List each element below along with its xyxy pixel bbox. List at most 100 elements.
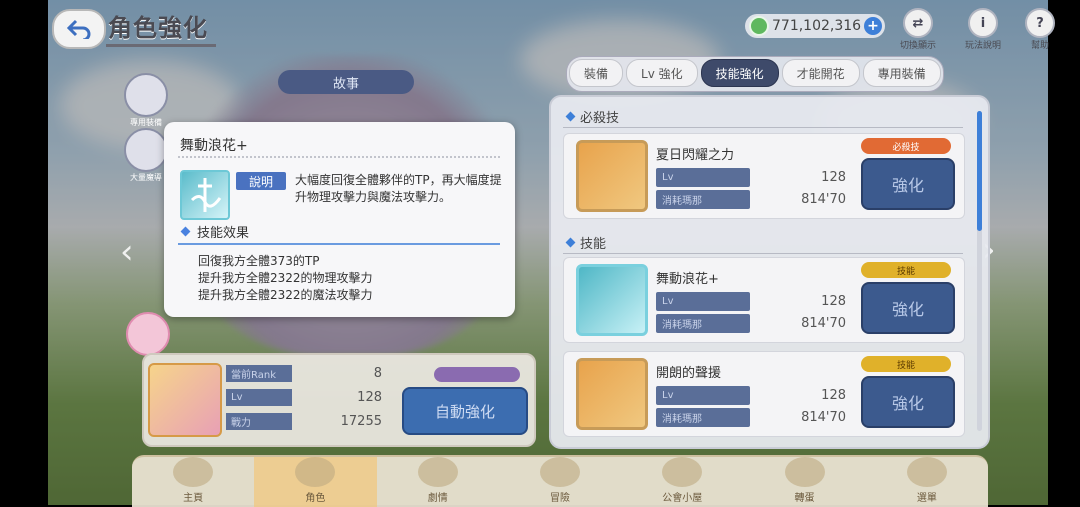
skill-row-ultimate: 夏日閃耀之力 Lv 128 消耗瑪那 814'70 必殺技 強化 bbox=[563, 133, 965, 219]
effect-list: 回復我方全體373的TP 提升我方全體2322的物理攻擊力 提升我方全體2322… bbox=[198, 253, 373, 304]
enhance-button[interactable]: 強化 bbox=[861, 376, 955, 428]
skill-row-cheerful-support: 開朗的聲援 Lv 128 消耗瑪那 814'70 技能 強化 bbox=[563, 351, 965, 437]
nav-adventure[interactable]: 冒險 bbox=[499, 457, 621, 507]
display-switch-icon: ⇄ bbox=[903, 8, 933, 38]
nav-label: 公會小屋 bbox=[662, 493, 703, 504]
bottom-navigation: 主頁 角色 劇情 冒險 公會小屋 轉蛋 選單 bbox=[132, 455, 988, 507]
nav-guild-house[interactable]: 公會小屋 bbox=[621, 457, 743, 507]
power-value: 17255 bbox=[340, 414, 382, 429]
diamond-bullet-icon bbox=[565, 237, 576, 248]
info-icon: i bbox=[968, 8, 998, 38]
page-title: 角色強化 bbox=[108, 14, 208, 42]
tab-unique-equipment[interactable]: 專用裝備 bbox=[862, 59, 941, 87]
dotted-divider bbox=[178, 156, 500, 158]
description-label: 說明 bbox=[236, 172, 286, 190]
tab-level-up[interactable]: Lv 強化 bbox=[626, 59, 698, 87]
tab-talent-bloom[interactable]: 才能開花 bbox=[781, 59, 860, 87]
character-portrait[interactable] bbox=[148, 363, 222, 437]
nav-story[interactable]: 劇情 bbox=[377, 457, 499, 507]
lv-value: 128 bbox=[821, 388, 846, 403]
unique-equip-label: 專用裝備 bbox=[130, 118, 162, 127]
unique-equip-icon bbox=[124, 73, 168, 117]
gacha-icon bbox=[784, 457, 825, 487]
display-switch-label: 切換顯示 bbox=[899, 41, 936, 51]
back-button[interactable] bbox=[52, 9, 106, 49]
effect-divider bbox=[178, 243, 500, 245]
lv-label: Lv bbox=[656, 386, 750, 405]
lv-value: 128 bbox=[821, 294, 846, 309]
help-icon: ? bbox=[1025, 8, 1055, 38]
skill-row-dancing-waves: 舞動浪花+ Lv 128 消耗瑪那 814'70 技能 強化 bbox=[563, 257, 965, 343]
effect-section-header: 技能效果 bbox=[180, 222, 250, 241]
display-switch-button[interactable]: ⇄ 切換顯示 bbox=[898, 8, 938, 54]
guild-house-icon bbox=[662, 457, 703, 487]
prev-character-arrow-icon[interactable]: ‹ bbox=[120, 232, 134, 272]
skills-section-title: 技能 bbox=[580, 237, 607, 252]
cheerful-support-skill-icon[interactable] bbox=[576, 358, 648, 430]
help-button[interactable]: ? 幫助 bbox=[1020, 8, 1060, 54]
section-divider bbox=[563, 127, 963, 128]
title-underline bbox=[106, 44, 216, 47]
instructions-button[interactable]: i 玩法說明 bbox=[963, 8, 1003, 54]
effect-section-title: 技能效果 bbox=[197, 226, 250, 241]
tab-equipment[interactable]: 裝備 bbox=[569, 59, 624, 87]
rank-value: 8 bbox=[373, 366, 382, 381]
effect-item: 回復我方全體373的TP bbox=[198, 254, 320, 268]
effect-item: 提升我方全體2322的魔法攻擊力 bbox=[198, 288, 373, 302]
skill-list-scroll-thumb[interactable] bbox=[977, 111, 982, 231]
auto-enhance-button[interactable]: 自動強化 bbox=[402, 387, 528, 435]
skill-description: 大幅度回復全體夥伴的TP，再大幅度提升物理攻擊力與魔法攻擊力。 bbox=[295, 173, 502, 204]
tab-skill-enhance[interactable]: 技能強化 bbox=[700, 59, 779, 87]
nav-label: 選單 bbox=[916, 493, 937, 504]
character-lv-value: 128 bbox=[357, 390, 382, 405]
nav-label: 劇情 bbox=[427, 493, 448, 504]
nav-label: 轉蛋 bbox=[794, 493, 815, 504]
lv-value: 128 bbox=[821, 170, 846, 185]
effect-item: 提升我方全體2322的物理攻擊力 bbox=[198, 271, 373, 285]
menu-crystal-icon bbox=[906, 457, 947, 487]
enhance-button[interactable]: 強化 bbox=[861, 282, 955, 334]
nav-label: 主頁 bbox=[183, 493, 204, 504]
power-label: 戰力 bbox=[226, 413, 292, 430]
favorite-heart-icon[interactable] bbox=[126, 312, 170, 356]
cost-label: 消耗瑪那 bbox=[656, 190, 750, 209]
nav-menu[interactable]: 選單 bbox=[866, 457, 988, 507]
section-divider bbox=[563, 253, 963, 254]
story-button[interactable]: 故事 bbox=[278, 70, 414, 94]
dancing-waves-skill-icon[interactable] bbox=[576, 264, 648, 336]
cost-label: 消耗瑪那 bbox=[656, 408, 750, 427]
skill-list-panel: 必殺技 夏日閃耀之力 Lv 128 消耗瑪那 814'70 必殺技 強化 技能 … bbox=[549, 95, 990, 449]
back-arrow-icon bbox=[66, 19, 91, 39]
wave-staff-icon bbox=[190, 178, 222, 212]
right-letterbox bbox=[1048, 0, 1080, 505]
skill-name: 舞動浪花+ bbox=[656, 272, 719, 287]
skill-detail-popup: 舞動浪花+ 說明 大幅度回復全體夥伴的TP，再大幅度提升物理攻擊力與魔法攻擊力。… bbox=[164, 122, 515, 317]
enhance-tabs: 裝備 Lv 強化 技能強化 才能開花 專用裝備 bbox=[566, 56, 944, 92]
rank-up-button[interactable] bbox=[434, 367, 520, 382]
skill-type-badge: 技能 bbox=[861, 356, 951, 372]
home-icon bbox=[173, 457, 214, 487]
enhance-button[interactable]: 強化 bbox=[861, 158, 955, 210]
unique-equip-shortcut[interactable]: 專用裝備 bbox=[124, 73, 168, 128]
rank-label: 當前Rank bbox=[226, 365, 292, 382]
ultimate-skill-icon[interactable] bbox=[576, 140, 648, 212]
currency-amount: 771,102,316 bbox=[772, 18, 862, 34]
add-currency-button[interactable]: + bbox=[864, 17, 882, 35]
character-lv-label: Lv bbox=[226, 389, 292, 406]
mass-mana-label: 大量魔導 bbox=[130, 173, 162, 182]
ultimate-section-title: 必殺技 bbox=[580, 111, 620, 126]
mana-coin-icon bbox=[749, 16, 769, 36]
nav-home[interactable]: 主頁 bbox=[132, 457, 254, 507]
skill-type-badge: 技能 bbox=[861, 262, 951, 278]
lv-label: Lv bbox=[656, 168, 750, 187]
diamond-bullet-icon bbox=[180, 226, 191, 237]
skill-type-badge: 必殺技 bbox=[861, 138, 951, 154]
cost-value: 814'70 bbox=[801, 316, 846, 331]
nav-gacha[interactable]: 轉蛋 bbox=[743, 457, 865, 507]
ultimate-section-header: 必殺技 bbox=[565, 107, 620, 126]
cost-label: 消耗瑪那 bbox=[656, 314, 750, 333]
mass-mana-shortcut[interactable]: 大量魔導 bbox=[124, 128, 168, 183]
popup-skill-name: 舞動浪花+ bbox=[180, 138, 248, 154]
nav-character[interactable]: 角色 bbox=[254, 457, 377, 507]
skills-section-header: 技能 bbox=[565, 233, 607, 252]
